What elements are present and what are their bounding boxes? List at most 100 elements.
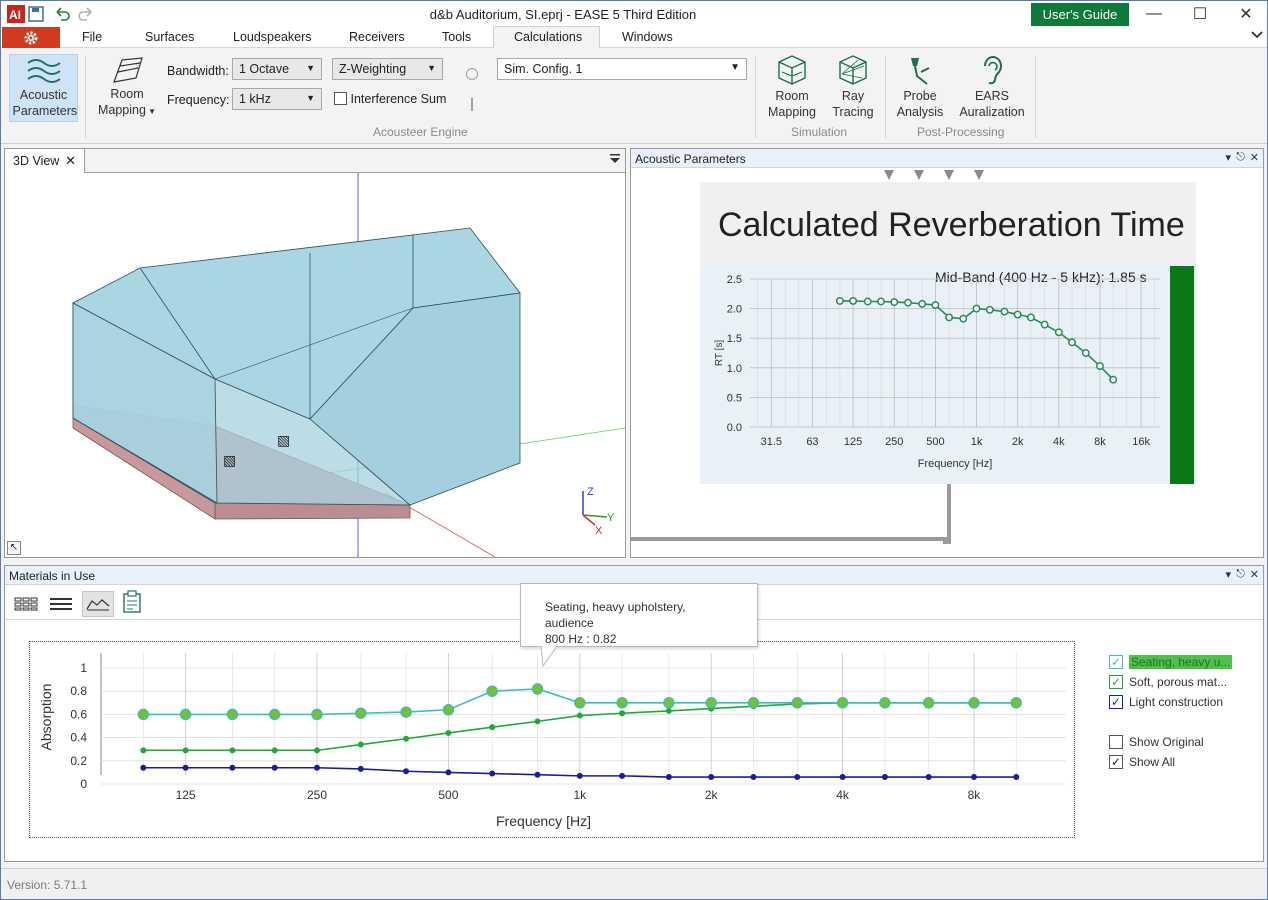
title-bar: AI d&b Auditorium, SI.eprj - EASE 5 Thir…: [1, 1, 1267, 27]
room-mapping-label-1: Room: [110, 87, 144, 101]
pane-menu-icon[interactable]: [609, 153, 621, 168]
mat-data-point: [839, 774, 846, 781]
menu-receivers[interactable]: Receivers: [349, 30, 405, 44]
show-original-checkbox[interactable]: Show Original: [1109, 735, 1204, 749]
legend-seating[interactable]: ✓ Seating, heavy u...: [1109, 655, 1233, 669]
tab-3d-view[interactable]: 3D View ✕: [5, 149, 85, 173]
mat-x-axis-label: Frequency [Hz]: [496, 813, 591, 829]
room-model-canvas[interactable]: ▧ ▧ Z Y X: [5, 173, 625, 557]
pointer-icon[interactable]: ↖: [7, 541, 21, 555]
rt-x-tick-label: 2k: [1012, 436, 1024, 448]
mat-data-point: [271, 747, 278, 754]
pin-icon[interactable]: ⎋: [1236, 151, 1245, 164]
bandwidth-label: Bandwidth:: [167, 64, 229, 78]
checkbox-checked-icon[interactable]: ✓: [1109, 695, 1123, 709]
rt-y-axis-label: RT [s]: [714, 340, 725, 367]
legend-light-construction-label: Light construction: [1129, 695, 1224, 709]
checkbox-checked-icon[interactable]: ✓: [1109, 755, 1123, 769]
legend-soft-porous[interactable]: ✓ Soft, porous mat...: [1109, 675, 1227, 689]
probe-label-2: Analysis: [896, 105, 944, 119]
mat-data-point: [403, 768, 410, 775]
close-icon[interactable]: ✕: [1250, 151, 1259, 164]
status-bar: Version: 5.71.1: [1, 868, 1267, 899]
legend-soft-porous-label: Soft, porous mat...: [1129, 675, 1228, 689]
weighting-select[interactable]: Z-Weighting ▼: [332, 58, 443, 80]
menu-windows[interactable]: Windows: [622, 30, 673, 44]
interference-sum-checkbox[interactable]: Interference Sum: [334, 92, 446, 106]
frequency-select[interactable]: 1 kHz ▼: [232, 88, 322, 110]
ears-auralization-button[interactable]: EARS Auralization: [955, 54, 1029, 120]
checkbox-icon[interactable]: [1109, 735, 1123, 749]
close-icon[interactable]: ✕: [1250, 568, 1259, 581]
rt-data-point: [959, 314, 968, 323]
rt-y-tick-label: 1.5: [727, 333, 742, 345]
show-all-label: Show All: [1129, 755, 1176, 769]
sim-room-mapping-button[interactable]: Room Mapping: [763, 54, 821, 120]
bar-icon[interactable]: [471, 98, 473, 111]
chart-tooltip: Seating, heavy upholstery, audience 800 …: [520, 583, 758, 647]
maximize-icon[interactable]: ☐: [1177, 1, 1223, 27]
dropdown-arrow-icon[interactable]: ▾: [1225, 151, 1231, 164]
sim-config-select[interactable]: Sim. Config. 1 ▼: [497, 58, 747, 80]
checkbox-checked-icon[interactable]: ✓: [1109, 655, 1123, 669]
menu-file[interactable]: File: [82, 30, 102, 44]
show-all-checkbox[interactable]: ✓ Show All: [1109, 755, 1175, 769]
probe-analysis-button[interactable]: Probe Analysis: [893, 54, 947, 120]
users-guide-button[interactable]: User's Guide: [1031, 3, 1129, 26]
checkbox-checked-icon[interactable]: ✓: [1109, 675, 1123, 689]
mat-data-point: [922, 697, 935, 709]
mat-data-point: [794, 774, 801, 781]
list-view-icon[interactable]: [46, 591, 76, 617]
collapse-ribbon-chevron-icon[interactable]: [1251, 29, 1263, 43]
mat-data-point: [140, 747, 147, 754]
dropdown-arrow-icon[interactable]: ▾: [1225, 568, 1231, 581]
close-tab-icon[interactable]: ✕: [65, 153, 76, 169]
sim-room-label-1: Room: [775, 89, 809, 103]
show-original-label: Show Original: [1129, 735, 1204, 749]
weighting-value: Z-Weighting: [339, 62, 407, 76]
frequency-label: Frequency:: [167, 93, 230, 107]
mat-data-point: [665, 774, 672, 781]
menu-surfaces[interactable]: Surfaces: [145, 30, 194, 44]
mat-data-point: [665, 707, 672, 714]
menu-calculations[interactable]: Calculations: [514, 30, 582, 44]
connector-line: [631, 537, 951, 541]
table-view-icon[interactable]: [11, 591, 41, 617]
close-icon[interactable]: ✕: [1223, 1, 1268, 27]
rt-x-tick-label: 500: [926, 436, 944, 448]
room-mapping-dropdown-button[interactable]: Room Mapping ▼: [96, 56, 158, 120]
menu-loudspeakers[interactable]: Loudspeakers: [233, 30, 312, 44]
chair-icon: ▧: [223, 452, 236, 468]
mat-x-tick-label: 4k: [836, 788, 850, 802]
menu-tools[interactable]: Tools: [442, 30, 471, 44]
rt-y-tick-label: 0.0: [727, 422, 742, 434]
rt-card: Calculated Reverberation Time Mid-Band (…: [700, 182, 1196, 484]
legend-light-construction[interactable]: ✓ Light construction: [1109, 695, 1223, 709]
checkbox-icon: [334, 92, 347, 105]
bandwidth-select[interactable]: 1 Octave ▼: [232, 58, 322, 80]
tab-3d-view-label: 3D View: [13, 154, 60, 168]
mat-y-axis-label: Absorption: [38, 684, 54, 751]
rt-data-point: [1040, 320, 1049, 329]
mat-data-point: [313, 764, 320, 771]
mat-data-point: [271, 764, 278, 771]
gear-icon[interactable]: [2, 27, 60, 48]
probe-microphone-icon: [911, 58, 930, 85]
mat-data-point: [140, 764, 147, 771]
rt-data-point: [890, 298, 899, 307]
chart-view-icon[interactable]: [82, 591, 114, 617]
menu-bar: File Surfaces Loudspeakers Receivers Too…: [1, 26, 1267, 49]
mat-data-point: [226, 708, 239, 721]
sim-room-label-2: Mapping: [768, 105, 816, 119]
post-processing-group-label: Post-Processing: [917, 125, 1005, 139]
rt-heading-box: Calculated Reverberation Time: [700, 182, 1196, 264]
circle-icon[interactable]: [466, 68, 478, 80]
clipboard-icon[interactable]: [119, 588, 145, 616]
rt-x-tick-label: 250: [885, 436, 903, 448]
minimize-icon[interactable]: —: [1131, 1, 1177, 27]
mat-data-point: [137, 708, 150, 721]
acoustic-parameters-button[interactable]: Acoustic Parameters: [9, 54, 78, 122]
pin-icon[interactable]: ⎋: [1236, 568, 1245, 581]
ray-tracing-button[interactable]: Ray Tracing: [827, 54, 879, 120]
rt-data-point: [1068, 338, 1077, 347]
